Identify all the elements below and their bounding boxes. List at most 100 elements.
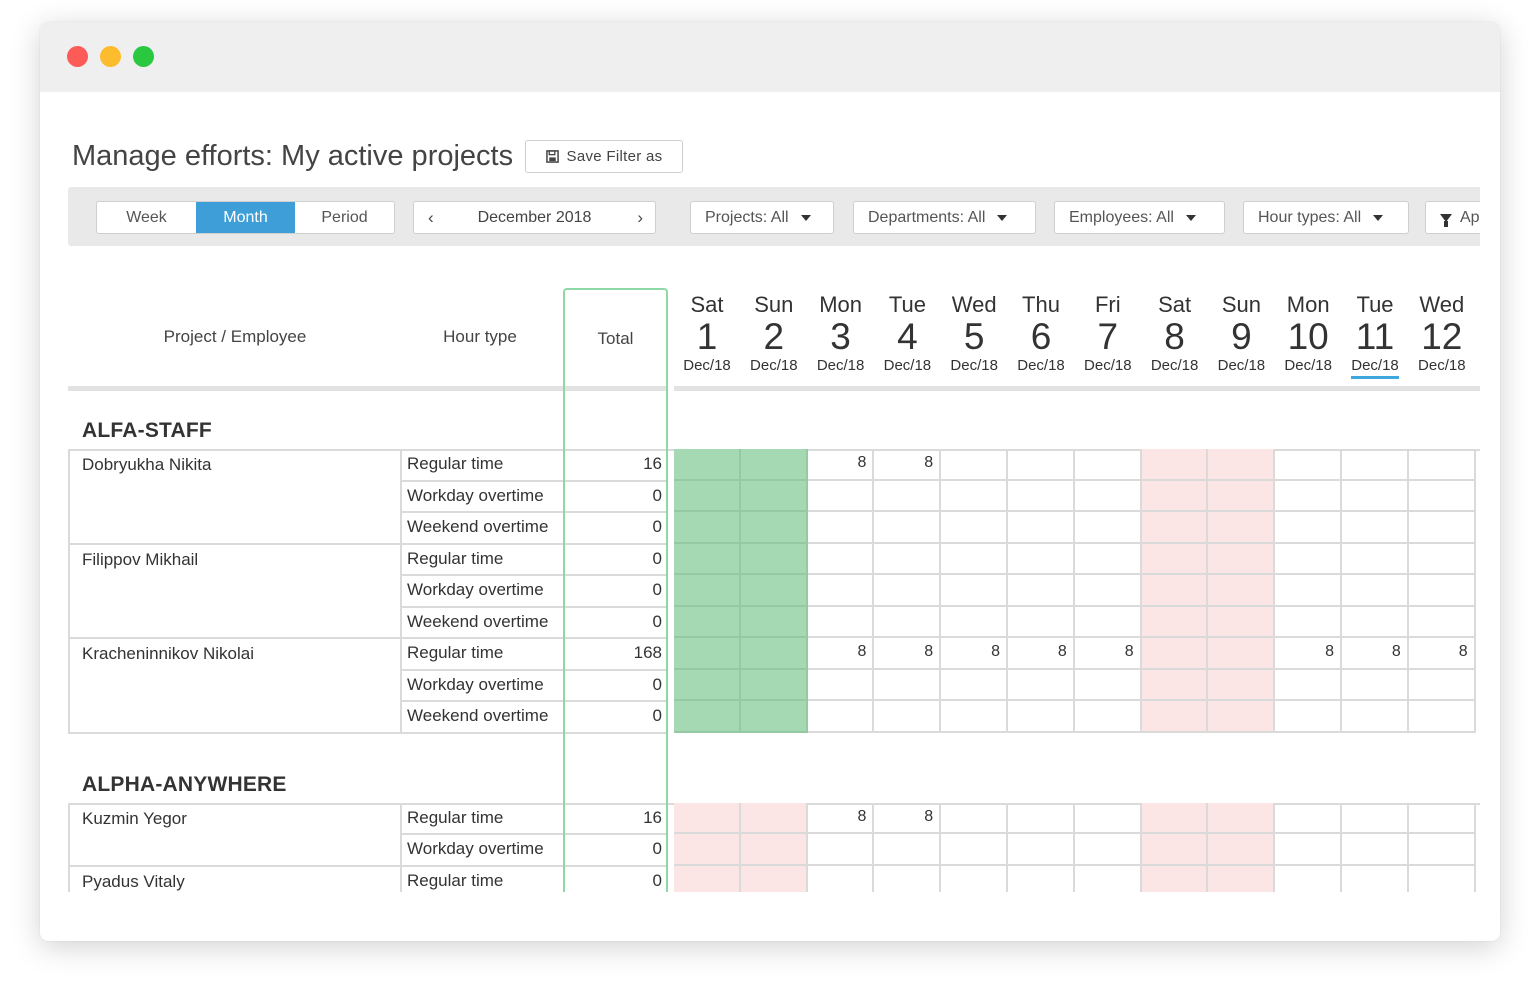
day-cell[interactable] xyxy=(874,865,942,892)
day-cell[interactable] xyxy=(1008,669,1075,701)
apply-filter-button[interactable]: Ap xyxy=(1425,201,1480,234)
day-cell[interactable] xyxy=(1141,606,1209,638)
day-cell[interactable] xyxy=(1141,701,1209,733)
day-cell[interactable] xyxy=(1342,865,1409,892)
day-cell[interactable] xyxy=(874,834,942,866)
day-cell[interactable] xyxy=(1342,701,1409,733)
day-cell[interactable] xyxy=(1208,834,1276,866)
day-cell[interactable] xyxy=(1275,606,1342,638)
day-cell[interactable] xyxy=(1342,834,1409,866)
day-cell[interactable] xyxy=(941,543,1008,575)
day-cell[interactable] xyxy=(1408,606,1476,638)
day-cell[interactable] xyxy=(941,449,1008,481)
day-cell[interactable] xyxy=(1342,802,1409,834)
day-cell[interactable] xyxy=(674,865,741,892)
day-cell[interactable]: 8 xyxy=(807,449,875,481)
day-cell[interactable] xyxy=(1141,575,1209,607)
day-cell[interactable] xyxy=(1075,865,1142,892)
day-cell[interactable] xyxy=(941,606,1008,638)
day-cell[interactable] xyxy=(674,575,741,607)
day-header[interactable]: Tue 11 Dec/18 xyxy=(1342,292,1408,379)
employee-name[interactable]: Pyadus Vitaly xyxy=(82,872,185,892)
day-header[interactable]: Thu 6 Dec/18 xyxy=(1008,292,1074,376)
day-cell[interactable] xyxy=(1008,834,1075,866)
close-window-button[interactable] xyxy=(67,46,88,67)
day-header[interactable]: Sat 8 Dec/18 xyxy=(1142,292,1208,376)
day-cell[interactable] xyxy=(740,802,808,834)
day-cell[interactable] xyxy=(1074,543,1142,575)
day-cell[interactable] xyxy=(1408,834,1476,866)
day-cell[interactable] xyxy=(1342,480,1409,512)
day-cell[interactable] xyxy=(1008,701,1075,733)
day-cell[interactable] xyxy=(807,701,875,733)
day-cell[interactable] xyxy=(1409,865,1476,892)
day-cell[interactable] xyxy=(1074,669,1142,701)
tab-month[interactable]: Month xyxy=(196,202,295,233)
day-cell[interactable] xyxy=(1408,543,1476,575)
day-cell[interactable] xyxy=(1074,512,1142,544)
departments-filter[interactable]: Departments: All xyxy=(853,201,1036,234)
day-cell[interactable] xyxy=(1208,802,1276,834)
day-cell[interactable] xyxy=(941,834,1008,866)
day-cell[interactable] xyxy=(941,480,1008,512)
day-header[interactable]: Sat 1 Dec/18 xyxy=(674,292,740,376)
day-cell[interactable] xyxy=(941,701,1008,733)
day-cell[interactable] xyxy=(1408,449,1476,481)
day-cell[interactable] xyxy=(1141,449,1209,481)
chevron-right-icon[interactable]: › xyxy=(637,208,643,228)
day-cell[interactable] xyxy=(1342,669,1409,701)
day-cell[interactable] xyxy=(1074,834,1142,866)
day-cell[interactable] xyxy=(740,701,808,733)
day-cell[interactable] xyxy=(1141,669,1209,701)
day-cell[interactable] xyxy=(740,575,808,607)
day-cell[interactable] xyxy=(674,802,741,834)
day-cell[interactable] xyxy=(1141,802,1209,834)
day-cell[interactable] xyxy=(1275,701,1342,733)
day-cell[interactable] xyxy=(1275,512,1342,544)
day-cell[interactable]: 8 xyxy=(874,638,942,670)
employee-name[interactable]: Filippov Mikhail xyxy=(82,550,198,570)
day-cell[interactable] xyxy=(740,606,808,638)
day-cell[interactable] xyxy=(1342,449,1409,481)
day-header[interactable]: Mon 3 Dec/18 xyxy=(808,292,874,376)
day-header[interactable]: Fri 7 Dec/18 xyxy=(1075,292,1141,376)
day-cell[interactable]: 8 xyxy=(1008,638,1075,670)
day-cell[interactable] xyxy=(1275,543,1342,575)
day-cell[interactable] xyxy=(1208,512,1276,544)
day-cell[interactable] xyxy=(1074,575,1142,607)
day-cell[interactable] xyxy=(807,575,875,607)
day-cell[interactable] xyxy=(874,480,942,512)
day-cell[interactable] xyxy=(1008,865,1075,892)
employee-name[interactable]: Kuzmin Yegor xyxy=(82,809,187,829)
day-cell[interactable] xyxy=(740,480,808,512)
day-cell[interactable] xyxy=(874,669,942,701)
day-cell[interactable] xyxy=(1074,449,1142,481)
day-cell[interactable] xyxy=(1008,480,1075,512)
day-cell[interactable] xyxy=(807,480,875,512)
day-cell[interactable] xyxy=(941,802,1008,834)
day-cell[interactable] xyxy=(1208,638,1276,670)
day-cell[interactable] xyxy=(1208,449,1276,481)
day-cell[interactable]: 8 xyxy=(874,449,942,481)
day-cell[interactable] xyxy=(1074,802,1142,834)
day-cell[interactable] xyxy=(674,543,741,575)
day-cell[interactable] xyxy=(1275,480,1342,512)
column-header-hour-type[interactable]: Hour type xyxy=(420,327,540,347)
day-cell[interactable] xyxy=(1141,865,1209,892)
day-cell[interactable]: 8 xyxy=(807,802,875,834)
day-cell[interactable] xyxy=(807,512,875,544)
day-cell[interactable] xyxy=(674,701,741,733)
day-cell[interactable] xyxy=(1275,669,1342,701)
day-cell[interactable] xyxy=(1408,512,1476,544)
day-cell[interactable] xyxy=(674,638,741,670)
day-cell[interactable] xyxy=(874,575,942,607)
tab-period[interactable]: Period xyxy=(295,202,394,233)
day-cell[interactable] xyxy=(740,512,808,544)
day-cell[interactable] xyxy=(807,834,875,866)
day-cell[interactable] xyxy=(674,449,741,481)
day-cell[interactable]: 8 xyxy=(1342,638,1409,670)
day-cell[interactable] xyxy=(1008,575,1075,607)
day-cell[interactable] xyxy=(941,575,1008,607)
day-cell[interactable] xyxy=(1208,669,1276,701)
day-cell[interactable] xyxy=(740,865,808,892)
